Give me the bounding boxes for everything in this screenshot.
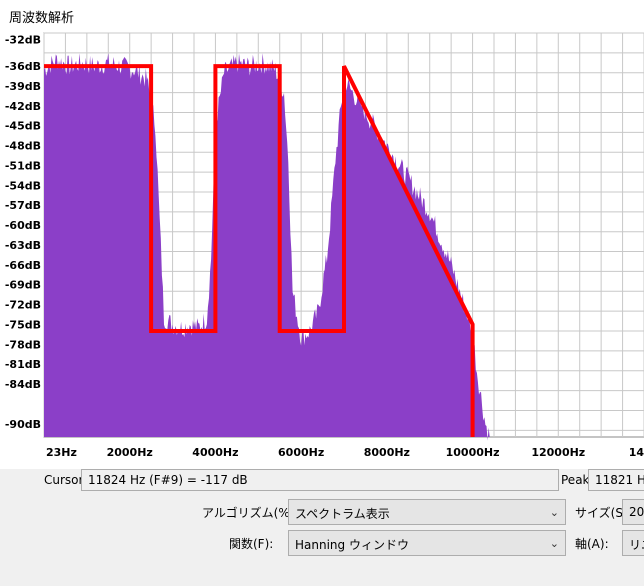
y-tick-label: -36dB (5, 60, 41, 73)
y-tick-label: -51dB (5, 159, 41, 172)
size-select[interactable]: 204 (622, 499, 644, 525)
axis-value: リニ (629, 538, 644, 552)
axis-select[interactable]: リニ (622, 530, 644, 556)
y-tick-label: -42dB (5, 100, 41, 113)
y-tick-label: -84dB (5, 378, 41, 391)
chevron-down-icon: ⌄ (549, 506, 559, 519)
x-tick-label: 12000Hz (531, 446, 585, 459)
y-tick-label: -81dB (5, 358, 41, 371)
y-tick-label: -78dB (5, 338, 41, 351)
y-tick-label: -48dB (5, 140, 41, 153)
cursor-value: 11824 Hz (F#9) = -117 dB (88, 473, 248, 487)
x-tick-label: 1400 (629, 446, 644, 459)
y-tick-label: -60dB (5, 219, 41, 232)
function-select[interactable]: Hanning ウィンドウ ⌄ (288, 530, 566, 556)
control-panel: Cursor: 11824 Hz (F#9) = -117 dB Peak: 1… (0, 469, 644, 586)
function-label: 関数(F): (229, 537, 274, 551)
size-value: 204 (629, 505, 644, 519)
spectrum-plot[interactable]: -32dB -36dB -39dB -42dB -45dB -48dB -51dB -54dB… (0, 31, 644, 469)
axis-label: 軸(A): (575, 537, 609, 551)
y-tick-label: -32dB (5, 34, 41, 47)
x-tick-label: 23Hz (46, 446, 77, 459)
x-tick-label: 8000Hz (364, 446, 410, 459)
x-tick-label: 2000Hz (107, 446, 153, 459)
title-bar[interactable]: 周波数解析 (0, 0, 644, 31)
spectrum-chart-svg[interactable]: -32dB -36dB -39dB -42dB -45dB -48dB -51dB -54dB… (0, 31, 644, 469)
x-tick-label: 10000Hz (446, 446, 500, 459)
function-value: Hanning ウィンドウ (295, 538, 409, 552)
y-tick-label: -75dB (5, 318, 41, 331)
algorithm-value: スペクトラム表示 (295, 507, 390, 521)
peak-value: 11821 Hz (595, 473, 644, 487)
x-tick-label: 6000Hz (278, 446, 324, 459)
y-tick-label: -72dB (5, 299, 41, 312)
window-title: 周波数解析 (9, 11, 75, 26)
algorithm-select[interactable]: スペクトラム表示 ⌄ (288, 499, 566, 525)
y-tick-label: -90dB (5, 418, 41, 431)
y-tick-label: -54dB (5, 179, 41, 192)
chevron-down-icon: ⌄ (549, 537, 559, 550)
peak-readout: 11821 Hz (588, 469, 644, 491)
x-tick-label: 4000Hz (192, 446, 238, 459)
cursor-readout: 11824 Hz (F#9) = -117 dB (81, 469, 559, 491)
y-tick-label: -45dB (5, 120, 41, 133)
y-tick-label: -63dB (5, 239, 41, 252)
y-tick-label: -66dB (5, 259, 41, 272)
y-tick-label: -57dB (5, 199, 41, 212)
y-tick-label: -39dB (5, 80, 41, 93)
y-tick-label: -69dB (5, 279, 41, 292)
